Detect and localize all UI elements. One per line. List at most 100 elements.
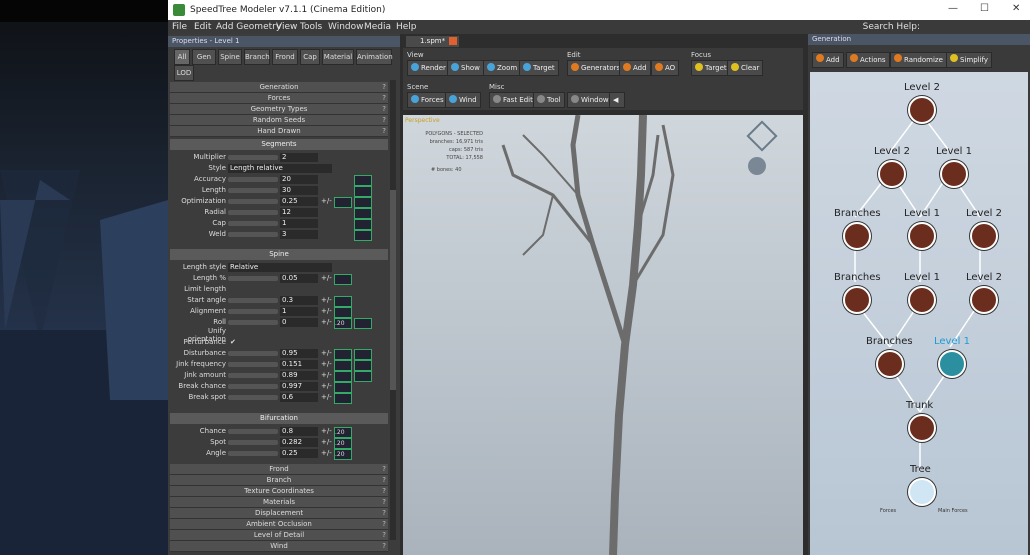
tab-gen[interactable]: Gen [192,49,216,65]
gen-randomize-button[interactable]: Randomize [890,52,947,68]
close-icon[interactable]: ✕ [1012,3,1020,14]
menu-view[interactable]: View [276,22,297,32]
show-icon [451,63,459,71]
node-level1-a[interactable] [940,160,968,188]
tab-material[interactable]: Material [322,49,354,65]
view-group-label: View [407,51,424,59]
node-level1-c[interactable] [908,286,936,314]
section-materials[interactable]: Materials? [170,497,388,508]
properties-header: Properties - Level 1 [168,36,400,47]
search-help-label[interactable]: Search Help: [863,22,920,32]
node-branches-b[interactable] [843,286,871,314]
properties-scrollbar[interactable] [390,80,396,540]
section-displacement[interactable]: Displacement? [170,508,388,519]
bifurcation-header[interactable]: Bifurcation [170,413,388,424]
wind-button[interactable]: Wind [445,92,481,108]
forces-label: Forces [880,508,897,514]
section-geometry-types[interactable]: Geometry Types? [170,104,388,115]
menu-edit[interactable]: Edit [194,22,211,32]
node-level2-top[interactable] [908,96,936,124]
menu-help[interactable]: Help [396,22,417,32]
section-hand-drawn[interactable]: Hand Drawn? [170,126,388,137]
menu-bar: File Edit Add Geometry View Tools Window… [168,20,1030,34]
prop-start-angle: Start angle 0.3 +/- [170,296,390,307]
gen-actions-button[interactable]: Actions [846,52,890,68]
node-level1-selected[interactable] [938,350,966,378]
section-ambient-occlusion[interactable]: Ambient Occlusion? [170,519,388,530]
node-tree[interactable] [908,478,936,506]
zoom-button[interactable]: Zoom [483,60,522,76]
perturbance-checkbox[interactable]: ✔ [230,338,236,346]
render-button[interactable]: Render [407,60,450,76]
scrollbar-thumb[interactable] [390,190,396,390]
section-level-of-detail[interactable]: Level of Detail? [170,530,388,541]
3d-viewport[interactable]: Perspective POLYGONS - SELECTED branches:… [403,115,803,555]
light-icon[interactable] [748,157,766,175]
minimize-icon[interactable]: — [948,3,958,14]
focus-target-button[interactable]: Target [691,60,731,76]
speedtree-window: SpeedTree Modeler v7.1.1 (Cinema Edition… [168,0,1030,555]
section-random-seeds[interactable]: Random Seeds? [170,115,388,126]
section-branch[interactable]: Branch? [170,475,388,486]
tab-lod[interactable]: LOD [174,65,194,81]
menu-media[interactable]: Media [364,22,391,32]
maximize-icon[interactable]: ☐ [980,3,989,14]
tab-animation[interactable]: Animation [356,49,393,65]
node-label-trunk: Trunk [906,400,934,411]
ao-button[interactable]: AO [651,60,680,76]
node-label-level2-top: Level 2 [904,82,940,93]
prop-break-chance: Break chance 0.997 +/- [170,382,390,393]
node-level2-b[interactable] [970,222,998,250]
background-house-photo [0,170,168,555]
prop-weld: Weld 3 [170,230,390,241]
gen-simplify-button[interactable]: Simplify [946,52,993,68]
wind-icon [449,95,457,103]
tool-button[interactable]: Tool [533,92,565,108]
forces-button[interactable]: Forces [407,92,448,108]
prop-disturbance: Disturbance 0.95 +/- [170,349,390,360]
node-branches-a[interactable] [843,222,871,250]
tab-all[interactable]: All [174,49,190,65]
prop-accuracy: Accuracy 20 [170,175,390,186]
prop-length-style: Length style Relative [170,263,390,273]
section-generation[interactable]: Generation? [170,82,388,93]
section-wind[interactable]: Wind? [170,541,388,552]
prop-cap: Cap 1 [170,219,390,230]
view-target-button[interactable]: Target [519,60,559,76]
tab-branch[interactable]: Branch [244,49,270,65]
menu-add-geometry[interactable]: Add Geometry [216,22,281,32]
tab-frond[interactable]: Frond [272,49,298,65]
edit-add-button[interactable]: Add [619,60,651,76]
ao-icon [655,63,663,71]
node-label-level1-c: Level 1 [904,272,940,283]
node-branches-c[interactable] [876,350,904,378]
gen-add-button[interactable]: Add [812,52,844,68]
generation-graph[interactable]: Level 2 Level 2 Level 1 Branches Level 1… [810,72,1028,555]
show-button[interactable]: Show [447,60,484,76]
node-level2-a[interactable] [878,160,906,188]
prop-multiplier: Multiplier 2 [170,153,390,163]
section-frond[interactable]: Frond? [170,464,388,475]
generators-button[interactable]: Generators [567,60,625,76]
window-button[interactable]: Window [567,92,613,108]
focus-clear-button[interactable]: Clear [727,60,764,76]
segments-header[interactable]: Segments [170,139,388,150]
spine-header[interactable]: Spine [170,249,388,260]
menu-file[interactable]: File [172,22,187,32]
generation-header: Generation [808,34,1030,45]
node-level1-b[interactable] [908,222,936,250]
tab-spine[interactable]: Spine [218,49,242,65]
fast-edit-button[interactable]: Fast Edit [489,92,537,108]
close-tab-icon[interactable] [449,37,457,45]
tab-cap[interactable]: Cap [300,49,320,65]
forces-icon [411,95,419,103]
section-texture-coordinates[interactable]: Texture Coordinates? [170,486,388,497]
prop-optimization: Optimization 0.25 +/- [170,197,390,208]
arrow-left-icon[interactable]: ◀ [609,92,625,108]
prop-radial: Radial 12 [170,208,390,219]
node-level2-c[interactable] [970,286,998,314]
section-forces[interactable]: Forces? [170,93,388,104]
node-trunk[interactable] [908,414,936,442]
menu-window[interactable]: Window [328,22,364,32]
menu-tools[interactable]: Tools [300,22,322,32]
